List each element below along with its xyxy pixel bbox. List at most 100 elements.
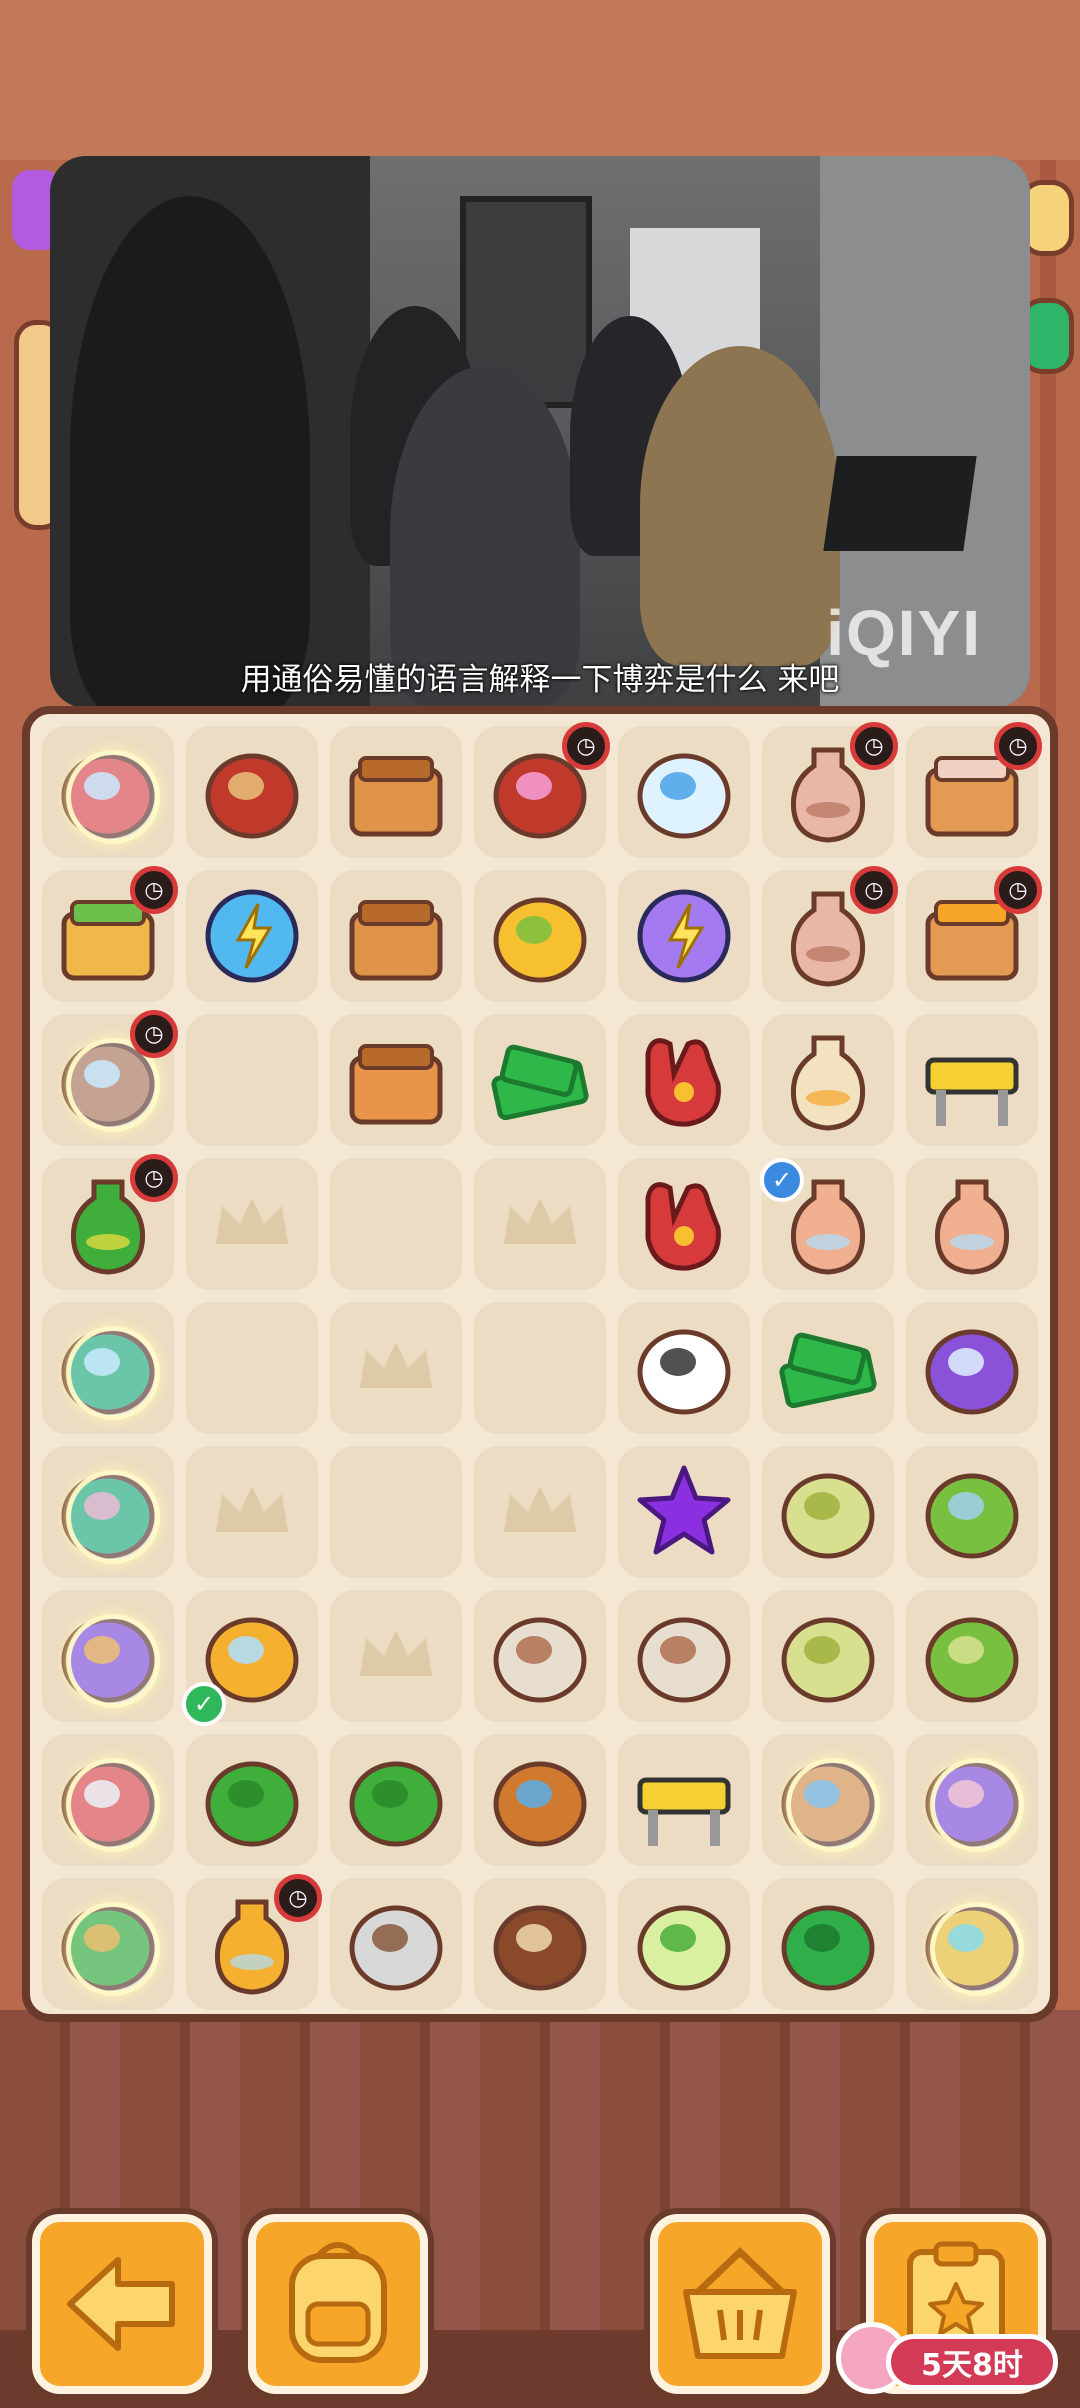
board-cell[interactable] <box>474 1446 606 1578</box>
board-cell[interactable] <box>906 1734 1038 1866</box>
board-cell[interactable]: ◷ <box>906 866 1042 1002</box>
board-cell[interactable] <box>906 1158 1038 1290</box>
board-cell[interactable]: ◷ <box>906 722 1042 858</box>
board-cell[interactable] <box>618 870 750 1002</box>
timer-badge-icon: ◷ <box>130 866 178 914</box>
board-cell[interactable] <box>42 1734 174 1866</box>
board-cell[interactable] <box>186 1302 318 1434</box>
board-cell[interactable] <box>618 1302 750 1434</box>
board-cell[interactable]: ◷ <box>42 866 178 1002</box>
board-cell[interactable] <box>186 1014 318 1146</box>
board-cell[interactable] <box>762 1302 894 1434</box>
board-cell[interactable] <box>618 1878 750 2010</box>
basket-icon <box>683 2247 797 2359</box>
board-cell[interactable] <box>474 1158 606 1290</box>
video-person <box>640 346 840 666</box>
board-cell[interactable] <box>906 1302 1038 1434</box>
back-button[interactable] <box>32 2214 212 2394</box>
timer-badge-icon: ◷ <box>562 722 610 770</box>
locked-cell-icon <box>216 1198 288 1244</box>
board-cell[interactable] <box>330 1878 462 2010</box>
road-barrier-icon <box>637 1777 731 1846</box>
board-cell[interactable] <box>330 1014 462 1146</box>
crystal-bubble <box>930 1902 1024 1996</box>
green-soap-icon <box>925 1617 1019 1703</box>
board-cell[interactable] <box>186 870 318 1002</box>
event-timer[interactable]: 5天8时 <box>886 2334 1058 2390</box>
board-cell[interactable] <box>906 1446 1038 1578</box>
red-gloves-icon <box>645 1182 721 1271</box>
board-cell[interactable] <box>186 1158 318 1290</box>
flat-boxes-icon <box>349 900 443 981</box>
board-cell[interactable] <box>762 1878 894 2010</box>
locked-cell-icon <box>504 1198 576 1244</box>
board-cell[interactable] <box>618 1734 750 1866</box>
board-cell[interactable]: ◷ <box>474 722 610 858</box>
board-cell[interactable] <box>330 726 462 858</box>
board-cell[interactable]: ◷ <box>762 866 898 1002</box>
board-cell[interactable] <box>330 870 462 1002</box>
video-player[interactable]: iQIYI 用通俗易懂的语言解释一下博弈是什么 来吧 <box>50 156 1030 708</box>
board-cell[interactable] <box>330 1302 462 1434</box>
board-cell[interactable] <box>762 1014 894 1146</box>
board-cell[interactable] <box>42 1302 174 1434</box>
check-badge-icon: ✓ <box>182 1682 226 1726</box>
evidence-bag-icon <box>493 1617 587 1703</box>
board-cell[interactable] <box>186 1446 318 1578</box>
back-arrow-icon <box>67 2257 175 2351</box>
locked-cell-icon <box>216 1486 288 1532</box>
board-cell[interactable] <box>474 1014 606 1146</box>
board-cell[interactable]: ◷ <box>42 1154 178 1290</box>
thermometer-icon <box>637 753 731 839</box>
board-cell[interactable] <box>762 1590 894 1722</box>
board-cell[interactable] <box>474 1878 606 2010</box>
bread-roll-icon <box>781 1473 875 1559</box>
board-cell[interactable] <box>42 1446 174 1578</box>
board-cell[interactable] <box>906 1878 1038 2010</box>
board-cell[interactable] <box>330 1446 462 1578</box>
board-cell[interactable] <box>618 726 750 858</box>
board-cell[interactable]: ✓ <box>760 1158 894 1290</box>
leaf-plant-icon <box>349 1761 443 1847</box>
board-cell[interactable] <box>474 1734 606 1866</box>
striped-vase-icon <box>790 1035 866 1131</box>
board-cell[interactable] <box>906 1590 1038 1722</box>
board-cell[interactable] <box>618 1014 750 1146</box>
board-cell[interactable] <box>762 1446 894 1578</box>
backpack-button[interactable] <box>248 2214 428 2394</box>
board-cell[interactable] <box>474 870 606 1002</box>
board-cell[interactable] <box>330 1590 462 1722</box>
crystal-bubble <box>930 1758 1024 1852</box>
crystal-bubble <box>66 1902 160 1996</box>
board-cell[interactable] <box>618 1446 750 1578</box>
board-cell[interactable]: ◷ <box>762 722 898 858</box>
board-cell[interactable] <box>906 1014 1038 1146</box>
board-cell[interactable]: ◷ <box>186 1874 322 2010</box>
board-cell[interactable]: ✓ <box>182 1590 318 1726</box>
purple-scooter-icon <box>925 1329 1019 1415</box>
soap-bottle-icon <box>637 1905 731 1991</box>
green-cake-icon <box>925 1473 1019 1559</box>
magnifier-icon <box>493 1761 587 1847</box>
board-cell[interactable] <box>186 726 318 858</box>
cardboard-boxes-icon <box>349 756 443 837</box>
package-icon <box>349 1044 443 1125</box>
board-cell[interactable]: ◷ <box>42 1010 178 1146</box>
background-top <box>0 0 1080 160</box>
crystal-bubble <box>66 750 160 844</box>
board-cell[interactable] <box>618 1158 750 1290</box>
board-cell[interactable] <box>186 1734 318 1866</box>
board-cell[interactable] <box>330 1734 462 1866</box>
board-cell[interactable] <box>474 1302 606 1434</box>
locked-cell-icon <box>360 1342 432 1388</box>
board-cell[interactable] <box>762 1734 894 1866</box>
video-person <box>70 196 310 708</box>
board-cell[interactable] <box>42 726 174 858</box>
board-cell[interactable] <box>42 1590 174 1722</box>
board-cell[interactable] <box>618 1590 750 1722</box>
board-cell[interactable] <box>42 1878 174 2010</box>
sell-basket-button[interactable] <box>650 2214 830 2394</box>
board-cell[interactable] <box>474 1590 606 1722</box>
board-cell[interactable] <box>330 1158 462 1290</box>
green-bottle-icon <box>781 1905 875 1991</box>
